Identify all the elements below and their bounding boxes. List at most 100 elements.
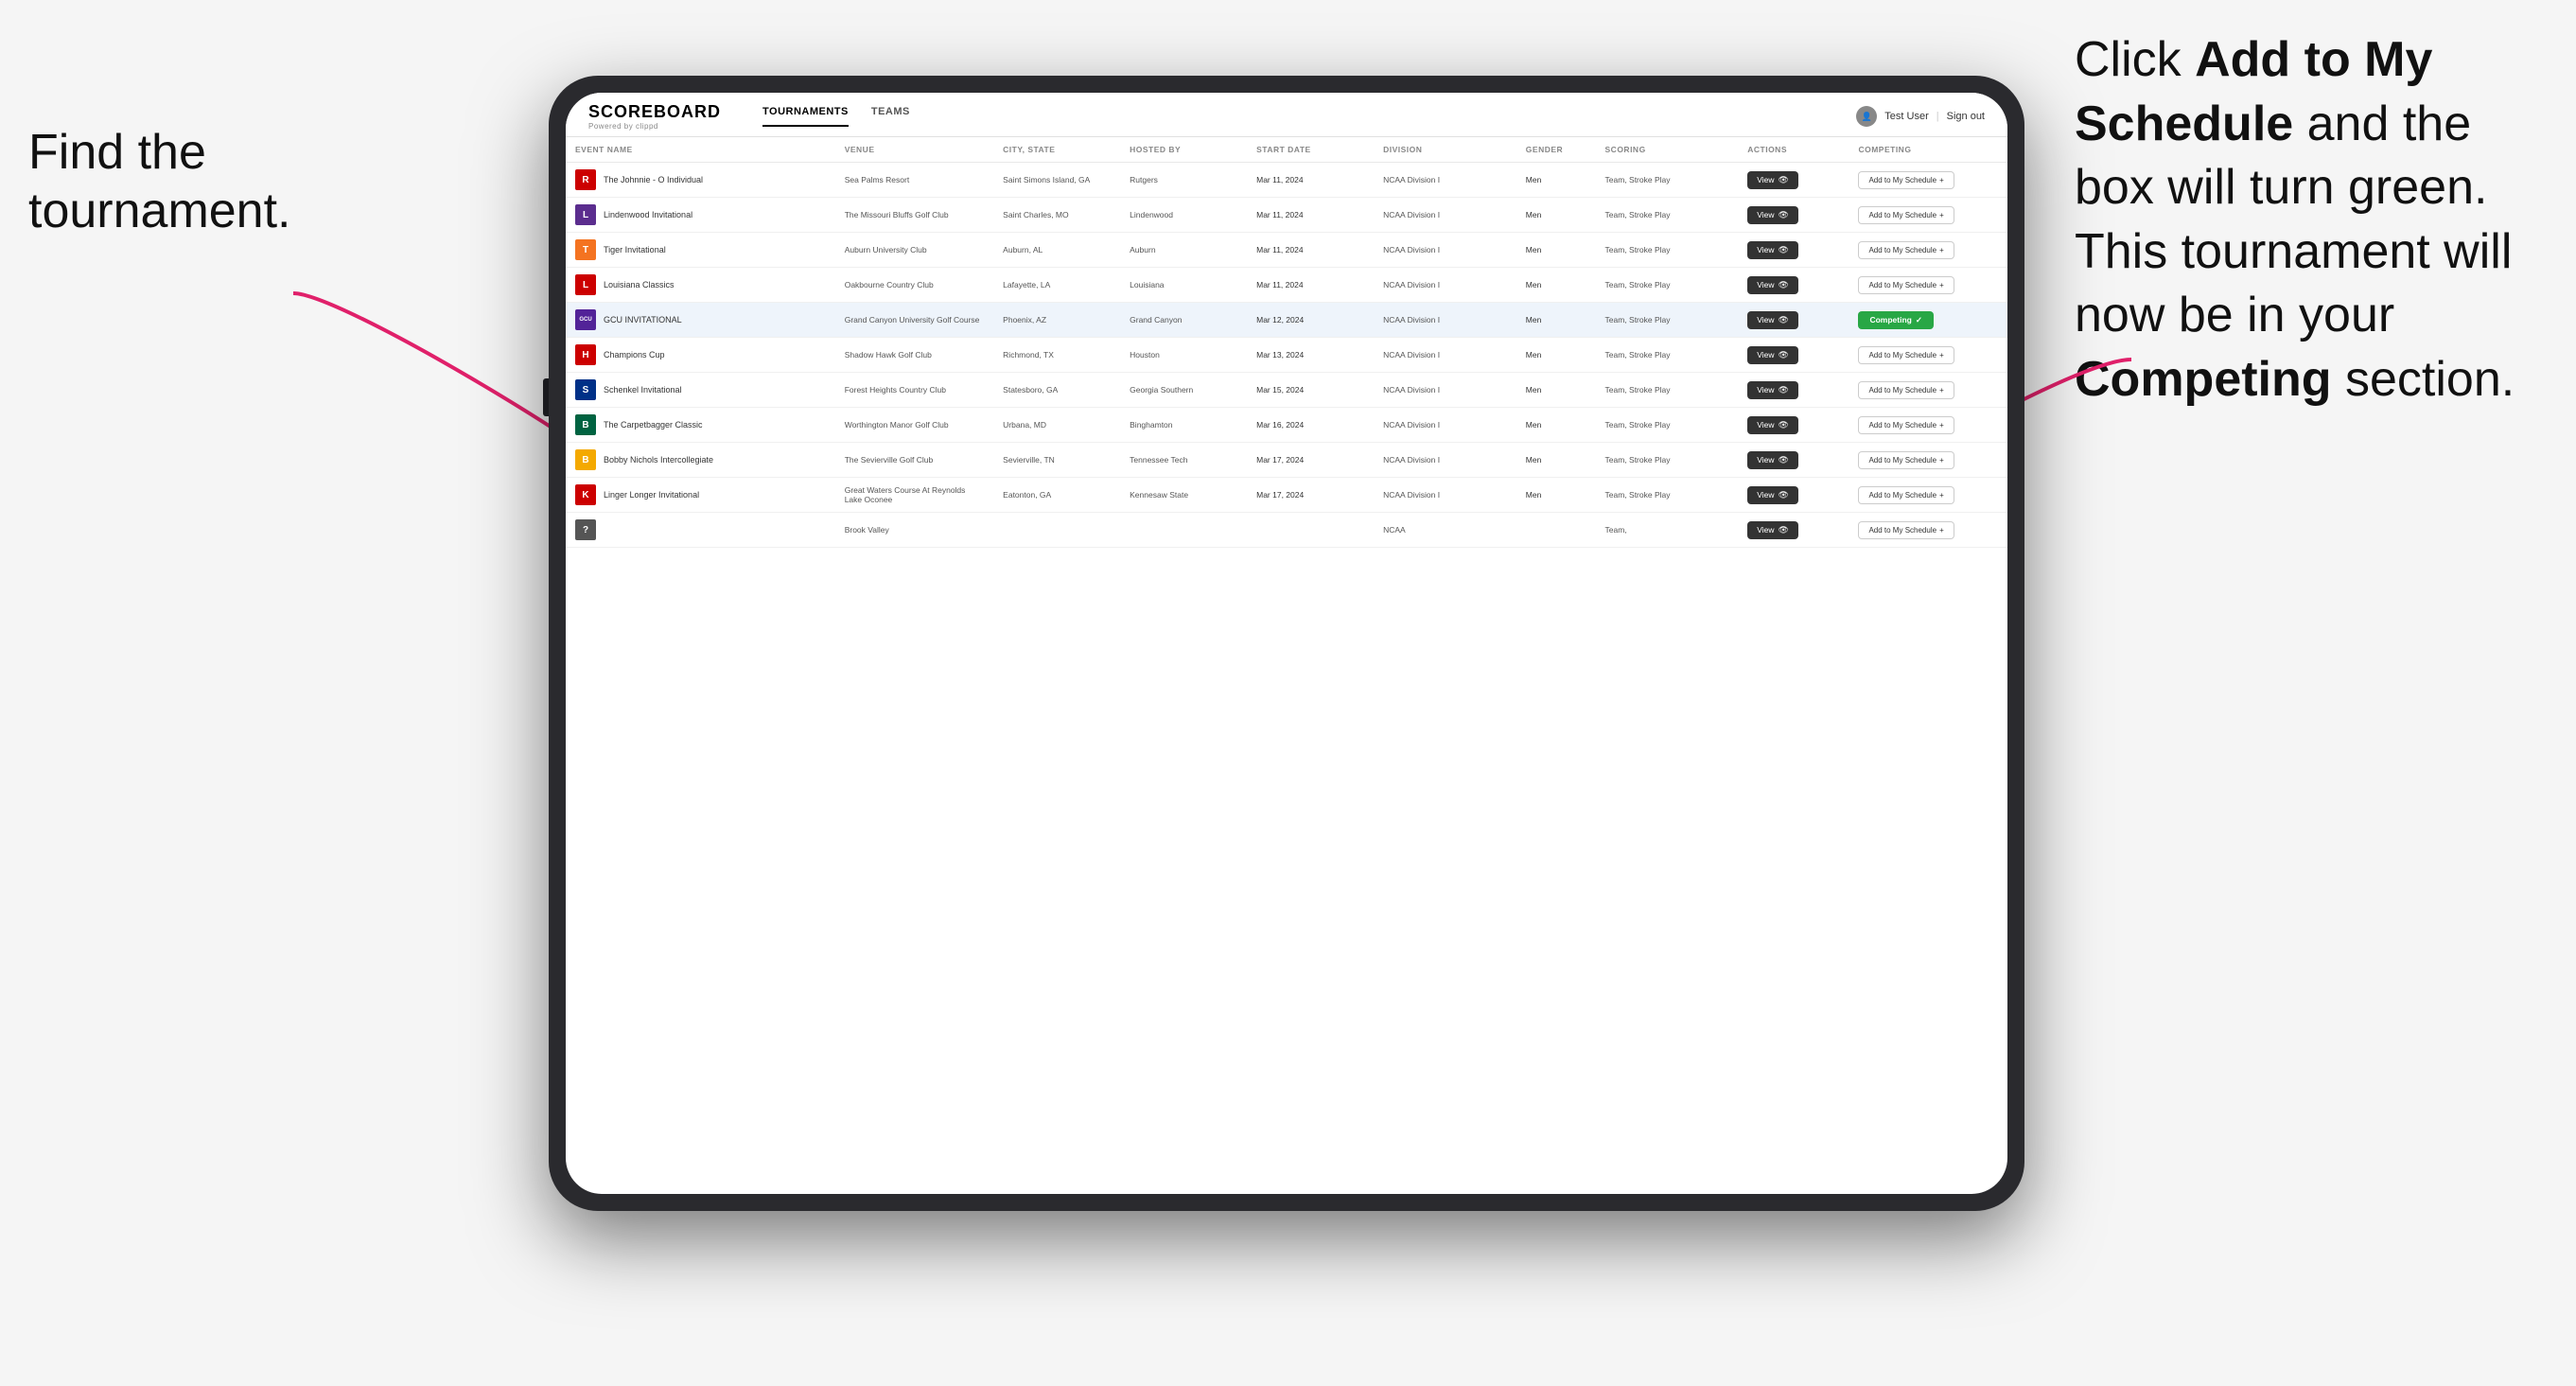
eye-icon: 👁 [1779,420,1789,430]
cell-scoring: Team, Stroke Play [1596,198,1739,233]
cell-hosted: Tennessee Tech [1120,443,1247,478]
cell-start: Mar 12, 2024 [1247,303,1374,338]
plus-icon: + [1939,281,1944,289]
col-header-actions: ACTIONS [1738,137,1849,163]
tab-teams[interactable]: TEAMS [871,106,910,127]
cell-gender: Men [1516,338,1596,373]
plus-icon: + [1939,176,1944,184]
view-button[interactable]: View 👁 [1747,521,1798,539]
cell-competing: Add to My Schedule + [1849,338,2007,373]
add-schedule-label: Add to My Schedule [1868,421,1936,430]
col-header-venue: VENUE [835,137,993,163]
cell-start: Mar 11, 2024 [1247,233,1374,268]
cell-gender: Men [1516,268,1596,303]
add-schedule-button[interactable]: Add to My Schedule + [1858,346,1954,364]
cell-gender: Men [1516,303,1596,338]
check-icon: ✓ [1916,315,1922,325]
view-button[interactable]: View 👁 [1747,486,1798,504]
view-button[interactable]: View 👁 [1747,206,1798,224]
eye-icon: 👁 [1779,175,1789,185]
add-schedule-button[interactable]: Add to My Schedule + [1858,521,1954,539]
cell-actions: View 👁 [1738,303,1849,338]
cell-city: Saint Simons Island, GA [993,163,1120,198]
eye-icon: 👁 [1779,525,1789,535]
cell-venue: Forest Heights Country Club [835,373,993,408]
cell-gender: Men [1516,478,1596,513]
cell-hosted [1120,513,1247,548]
cell-hosted: Louisiana [1120,268,1247,303]
cell-actions: View 👁 [1738,408,1849,443]
view-button[interactable]: View 👁 [1747,346,1798,364]
add-schedule-button[interactable]: Add to My Schedule + [1858,241,1954,259]
cell-hosted: Binghamton [1120,408,1247,443]
add-schedule-button[interactable]: Add to My Schedule + [1858,381,1954,399]
competing-button[interactable]: Competing ✓ [1858,311,1934,329]
cell-scoring: Team, Stroke Play [1596,233,1739,268]
add-schedule-button[interactable]: Add to My Schedule + [1858,416,1954,434]
cell-division: NCAA Division I [1374,163,1516,198]
col-header-scoring: SCORING [1596,137,1739,163]
view-button[interactable]: View 👁 [1747,381,1798,399]
add-schedule-button[interactable]: Add to My Schedule + [1858,206,1954,224]
col-header-city: CITY, STATE [993,137,1120,163]
view-label: View [1757,315,1774,325]
cell-scoring: Team, Stroke Play [1596,338,1739,373]
cell-actions: View 👁 [1738,338,1849,373]
cell-hosted: Lindenwood [1120,198,1247,233]
plus-icon: + [1939,246,1944,254]
annotation-left: Find the tournament. [28,123,291,241]
cell-competing: Add to My Schedule + [1849,408,2007,443]
tournaments-table: EVENT NAME VENUE CITY, STATE HOSTED BY S… [566,137,2007,548]
view-button[interactable]: View 👁 [1747,241,1798,259]
cell-scoring: Team, Stroke Play [1596,373,1739,408]
table-row: GCU GCU INVITATIONAL Grand Canyon Univer… [566,303,2007,338]
cell-scoring: Team, [1596,513,1739,548]
add-schedule-button[interactable]: Add to My Schedule + [1858,451,1954,469]
cell-start: Mar 11, 2024 [1247,198,1374,233]
eye-icon: 👁 [1779,245,1789,255]
table-row: R The Johnnie - O Individual Sea Palms R… [566,163,2007,198]
cell-division: NCAA Division I [1374,373,1516,408]
cell-venue: Grand Canyon University Golf Course [835,303,993,338]
tab-tournaments[interactable]: TOURNAMENTS [762,106,849,127]
col-header-gender: GENDER [1516,137,1596,163]
col-header-competing: COMPETING [1849,137,2007,163]
add-schedule-label: Add to My Schedule [1868,176,1936,184]
add-schedule-button[interactable]: Add to My Schedule + [1858,486,1954,504]
cell-gender: Men [1516,198,1596,233]
view-button[interactable]: View 👁 [1747,311,1798,329]
plus-icon: + [1939,456,1944,465]
cell-competing: Add to My Schedule + [1849,198,2007,233]
cell-start: Mar 13, 2024 [1247,338,1374,373]
cell-scoring: Team, Stroke Play [1596,478,1739,513]
eye-icon: 👁 [1779,490,1789,500]
cell-hosted: Auburn [1120,233,1247,268]
logo-subtitle: Powered by clippd [588,122,721,131]
table-row: S Schenkel Invitational Forest Heights C… [566,373,2007,408]
view-button[interactable]: View 👁 [1747,276,1798,294]
cell-competing: Add to My Schedule + [1849,233,2007,268]
table-row: L Lindenwood Invitational The Missouri B… [566,198,2007,233]
cell-scoring: Team, Stroke Play [1596,408,1739,443]
view-button[interactable]: View 👁 [1747,451,1798,469]
cell-event: K Linger Longer Invitational [566,478,835,513]
add-schedule-button[interactable]: Add to My Schedule + [1858,171,1954,189]
cell-competing: Competing ✓ [1849,303,2007,338]
cell-event: H Champions Cup [566,338,835,373]
cell-division: NCAA Division I [1374,233,1516,268]
cell-venue: Brook Valley [835,513,993,548]
cell-event: L Lindenwood Invitational [566,198,835,233]
cell-event: R The Johnnie - O Individual [566,163,835,198]
view-button[interactable]: View 👁 [1747,416,1798,434]
col-header-event: EVENT NAME [566,137,835,163]
cell-event: B The Carpetbagger Classic [566,408,835,443]
cell-city: Richmond, TX [993,338,1120,373]
view-button[interactable]: View 👁 [1747,171,1798,189]
cell-actions: View 👁 [1738,513,1849,548]
sign-out-link[interactable]: Sign out [1947,111,1985,122]
cell-gender: Men [1516,443,1596,478]
table-row: K Linger Longer Invitational Great Water… [566,478,2007,513]
user-name: Test User [1884,111,1928,122]
add-schedule-button[interactable]: Add to My Schedule + [1858,276,1954,294]
cell-start: Mar 17, 2024 [1247,443,1374,478]
